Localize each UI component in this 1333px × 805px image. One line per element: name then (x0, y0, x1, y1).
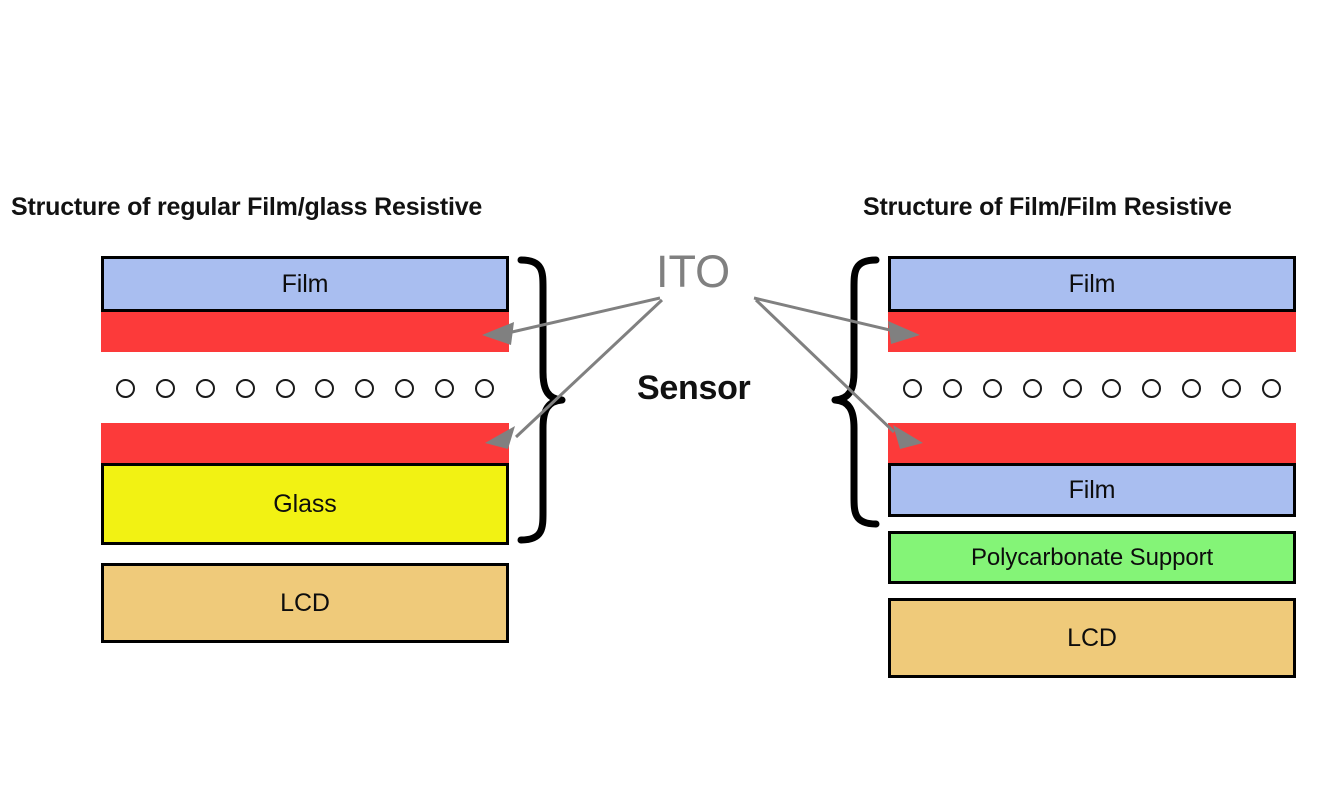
right-layer-ito-top (888, 312, 1296, 352)
spacer-dot (1102, 379, 1122, 398)
spacer-dot (942, 379, 962, 398)
spacer-dot (1261, 379, 1281, 398)
right-layer-polycarbonate-support: Polycarbonate Support (888, 531, 1296, 584)
spacer-dot (275, 379, 295, 398)
spacer-dot (395, 379, 415, 398)
left-layer-glass: Glass (101, 463, 509, 545)
spacer-dot (435, 379, 454, 398)
spacer-dot (1142, 379, 1162, 398)
sensor-callout-label: Sensor (637, 369, 751, 407)
spacer-dot (1062, 379, 1082, 398)
right-layer-lcd: LCD (888, 598, 1296, 678)
spacer-dot (315, 379, 335, 398)
right-panel-title: Structure of Film/Film Resistive (863, 193, 1232, 221)
spacer-dot (474, 379, 494, 398)
left-layer-glass-label: Glass (273, 489, 337, 518)
left-sensor-brace (517, 256, 566, 544)
right-layer-film-bottom: Film (888, 463, 1296, 517)
right-layer-film-top: Film (888, 256, 1296, 312)
left-layer-lcd-label: LCD (280, 588, 330, 617)
left-layer-lcd: LCD (101, 563, 509, 643)
left-layer-ito-bottom (101, 423, 509, 463)
spacer-dot (355, 379, 375, 398)
diagram-canvas: Structure of regular Film/glass Resistiv… (0, 0, 1333, 805)
left-layer-film-top-label: Film (281, 269, 329, 298)
ito-callout-label: ITO (656, 246, 731, 297)
spacer-dot (195, 379, 215, 398)
spacer-dot (155, 379, 175, 398)
left-lower-ito-leader (485, 298, 664, 449)
spacer-dot (1222, 379, 1241, 398)
left-spacer-dot-row (116, 379, 494, 398)
right-layer-ito-bottom (888, 423, 1296, 463)
right-layer-film-bottom-label: Film (1068, 475, 1116, 504)
right-sensor-brace (831, 256, 880, 528)
spacer-dot (116, 379, 135, 398)
spacer-dot (982, 379, 1002, 398)
left-panel-title: Structure of regular Film/glass Resistiv… (11, 193, 483, 221)
spacer-dot (1182, 379, 1202, 398)
spacer-dot (1022, 379, 1042, 398)
right-layer-polycarbonate-support-label: Polycarbonate Support (970, 543, 1214, 571)
left-layer-ito-top (101, 312, 509, 352)
left-layer-film-top: Film (101, 256, 509, 312)
right-layer-lcd-label: LCD (1067, 623, 1117, 652)
spacer-dot (903, 379, 922, 398)
right-layer-film-top-label: Film (1068, 269, 1116, 298)
spacer-dot (235, 379, 255, 398)
right-spacer-dot-row (903, 379, 1281, 398)
